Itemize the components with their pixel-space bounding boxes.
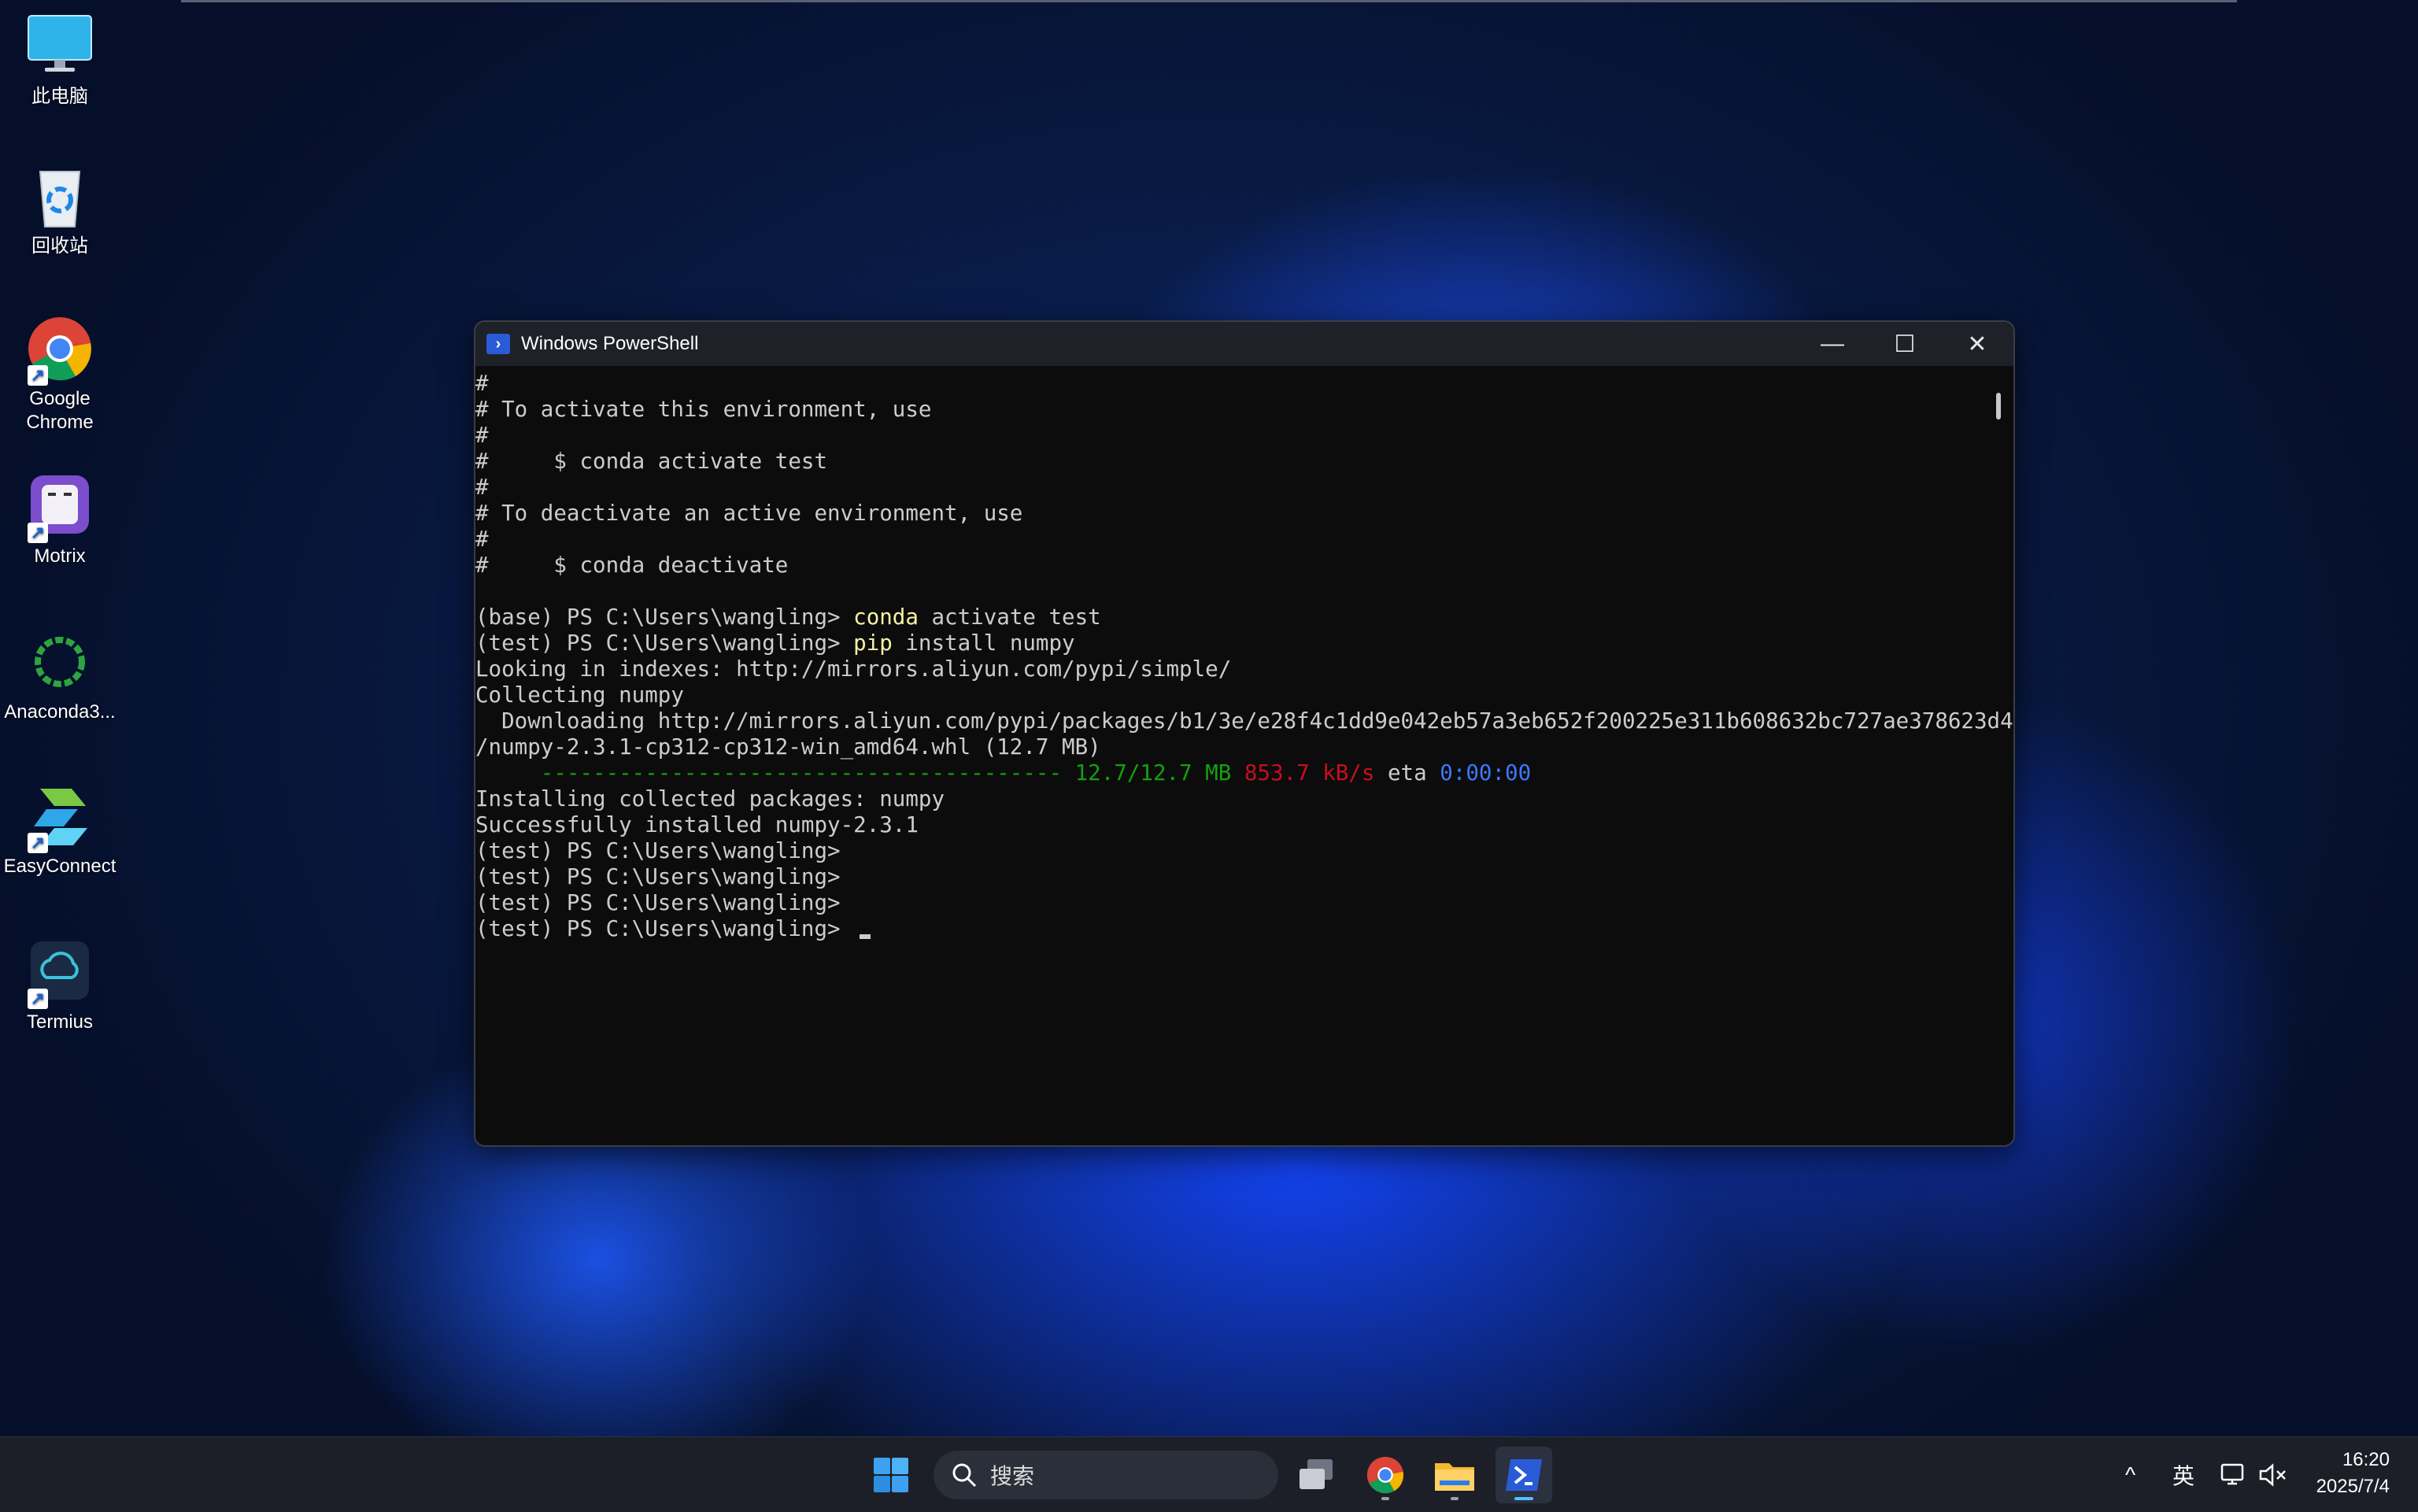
taskbar-powershell[interactable] <box>1496 1447 1552 1503</box>
terminal-line: # <box>475 371 489 396</box>
active-indicator <box>1514 1497 1533 1500</box>
recycle-bin-icon <box>24 161 95 231</box>
chrome-icon <box>1366 1456 1404 1494</box>
terminal-line: (test) PS C:\Users\wangling> <box>475 916 2013 942</box>
terminal-line: /numpy-2.3.1-cp312-cp312-win_amd64.whl (… <box>475 734 1101 760</box>
top-edge-line <box>181 0 2237 2</box>
terminal-line: # To deactivate an active environment, u… <box>475 501 1023 526</box>
powershell-icon: › <box>486 334 510 354</box>
eta-value: 0:00:00 <box>1440 760 1532 786</box>
task-view-button[interactable] <box>1288 1447 1344 1503</box>
desktop-icon-label: 回收站 <box>31 235 88 257</box>
desktop-icon-label: EasyConnect <box>3 856 116 877</box>
scrollbar[interactable] <box>1996 393 2001 420</box>
prompt-text: (test) PS C:\Users\wangling> <box>475 630 854 656</box>
easyconnect-icon: ↗ <box>24 781 95 853</box>
file-explorer-icon <box>1435 1463 1474 1491</box>
terminal-line: # $ conda deactivate <box>475 553 789 578</box>
running-indicator <box>1381 1497 1389 1500</box>
tray-overflow[interactable]: ^ <box>2125 1437 2135 1512</box>
powershell-icon <box>1506 1459 1542 1491</box>
desktop-icon-anaconda[interactable]: Anaconda3... <box>0 627 120 724</box>
shortcut-arrow-icon: ↗ <box>28 365 48 386</box>
command-args: install numpy <box>892 630 1075 656</box>
start-button[interactable] <box>863 1447 919 1503</box>
minimize-button[interactable]: — <box>1796 322 1869 366</box>
terminal-line: (base) PS C:\Users\wangling> conda activ… <box>475 604 2013 630</box>
terminal-output[interactable]: # # To activate this environment, use # # $… <box>475 366 2013 1145</box>
terminal-line: (test) PS C:\Users\wangling> pip install… <box>475 630 2013 656</box>
prompt-text: (base) PS C:\Users\wangling> <box>475 604 854 630</box>
powershell-window[interactable]: › Windows PowerShell — ☐ ✕ # # To activat… <box>474 320 2015 1147</box>
network-icon <box>2220 1463 2244 1484</box>
taskbar-chrome[interactable] <box>1357 1447 1414 1503</box>
terminal-line: # <box>475 423 489 448</box>
terminal-line: # <box>475 527 489 552</box>
command-name: pip <box>853 630 893 656</box>
desktop-icon-label: Termius <box>26 1011 93 1033</box>
desktop-icon-label: Anaconda3... <box>4 701 116 723</box>
desktop-icon-recycle-bin[interactable]: 回收站 <box>0 161 120 258</box>
search-icon <box>951 1462 978 1488</box>
eta-label: eta <box>1388 760 1427 786</box>
desktop-icon-google-chrome[interactable]: ↗ Google Chrome <box>0 313 120 434</box>
terminal-line: Collecting numpy <box>475 682 684 708</box>
terminal-line: Downloading http://mirrors.aliyun.com/py… <box>475 708 2015 734</box>
desktop-icon-label: Motrix <box>34 545 86 567</box>
terminal-line: Looking in indexes: http://mirrors.aliyu… <box>475 656 1232 682</box>
desktop-icon-easyconnect[interactable]: ↗ EasyConnect <box>0 781 120 878</box>
desktop-icon-termius[interactable]: ↗ Termius <box>0 937 120 1034</box>
download-size: 12.7/12.7 MB <box>1074 760 1232 786</box>
running-indicator <box>1451 1497 1459 1500</box>
desktop-icon-label: 此电脑 <box>31 86 88 107</box>
progress-bar: ---------------------------------------- <box>475 760 1075 786</box>
terminal-line: # $ conda activate test <box>475 449 828 474</box>
terminal-line: (test) PS C:\Users\wangling> <box>475 890 841 915</box>
desktop-icon-label: Google Chrome <box>26 388 94 433</box>
task-view-icon <box>1300 1459 1333 1489</box>
close-button[interactable]: ✕ <box>1941 322 2013 366</box>
chevron-up-icon[interactable]: ^ <box>2125 1462 2135 1488</box>
volume-status[interactable] <box>2259 1437 2290 1512</box>
shortcut-arrow-icon: ↗ <box>28 523 48 543</box>
terminal-line: Successfully installed numpy-2.3.1 <box>475 812 919 837</box>
maximize-button[interactable]: ☐ <box>1869 322 1941 366</box>
window-title: Windows PowerShell <box>521 333 699 354</box>
taskbar: 搜索 ^ 英 16:20 2025/7/4 <box>0 1436 2418 1512</box>
search-placeholder: 搜索 <box>990 1464 1035 1488</box>
desktop-icon-this-pc[interactable]: 此电脑 <box>0 11 120 109</box>
clock-time: 16:20 <box>2342 1449 2390 1470</box>
chrome-icon: ↗ <box>24 313 95 386</box>
shortcut-arrow-icon: ↗ <box>28 833 48 853</box>
terminal-line: # To activate this environment, use <box>475 397 932 422</box>
terminal-line: # <box>475 475 489 500</box>
terminal-line: (test) PS C:\Users\wangling> <box>475 864 841 889</box>
terminal-line: (test) PS C:\Users\wangling> <box>475 838 841 863</box>
text-cursor <box>860 934 871 939</box>
command-name: conda <box>853 604 919 630</box>
ime-indicator[interactable]: 英 <box>2172 1437 2194 1512</box>
start-icon <box>874 1458 908 1492</box>
clock-date: 2025/7/4 <box>2316 1476 2390 1497</box>
taskbar-file-explorer[interactable] <box>1426 1447 1483 1503</box>
taskbar-search[interactable]: 搜索 <box>934 1451 1278 1499</box>
taskbar-clock[interactable]: 16:20 2025/7/4 <box>2316 1447 2390 1500</box>
monitor-icon <box>24 11 95 82</box>
ime-label: 英 <box>2172 1463 2195 1488</box>
desktop-icon-motrix[interactable]: ↗ Motrix <box>0 471 120 568</box>
anaconda-icon <box>24 627 95 697</box>
shortcut-arrow-icon: ↗ <box>28 989 48 1009</box>
volume-muted-icon <box>2259 1462 2286 1487</box>
terminal-line: Installing collected packages: numpy <box>475 786 945 811</box>
network-status[interactable] <box>2220 1437 2248 1512</box>
termius-icon: ↗ <box>24 937 95 1009</box>
terminal-line: ----------------------------------------… <box>475 760 2013 786</box>
title-bar[interactable]: › Windows PowerShell — ☐ ✕ <box>475 322 2013 366</box>
command-args: activate test <box>918 604 1101 630</box>
download-speed: 853.7 kB/s <box>1244 760 1375 786</box>
motrix-icon: ↗ <box>24 471 95 543</box>
